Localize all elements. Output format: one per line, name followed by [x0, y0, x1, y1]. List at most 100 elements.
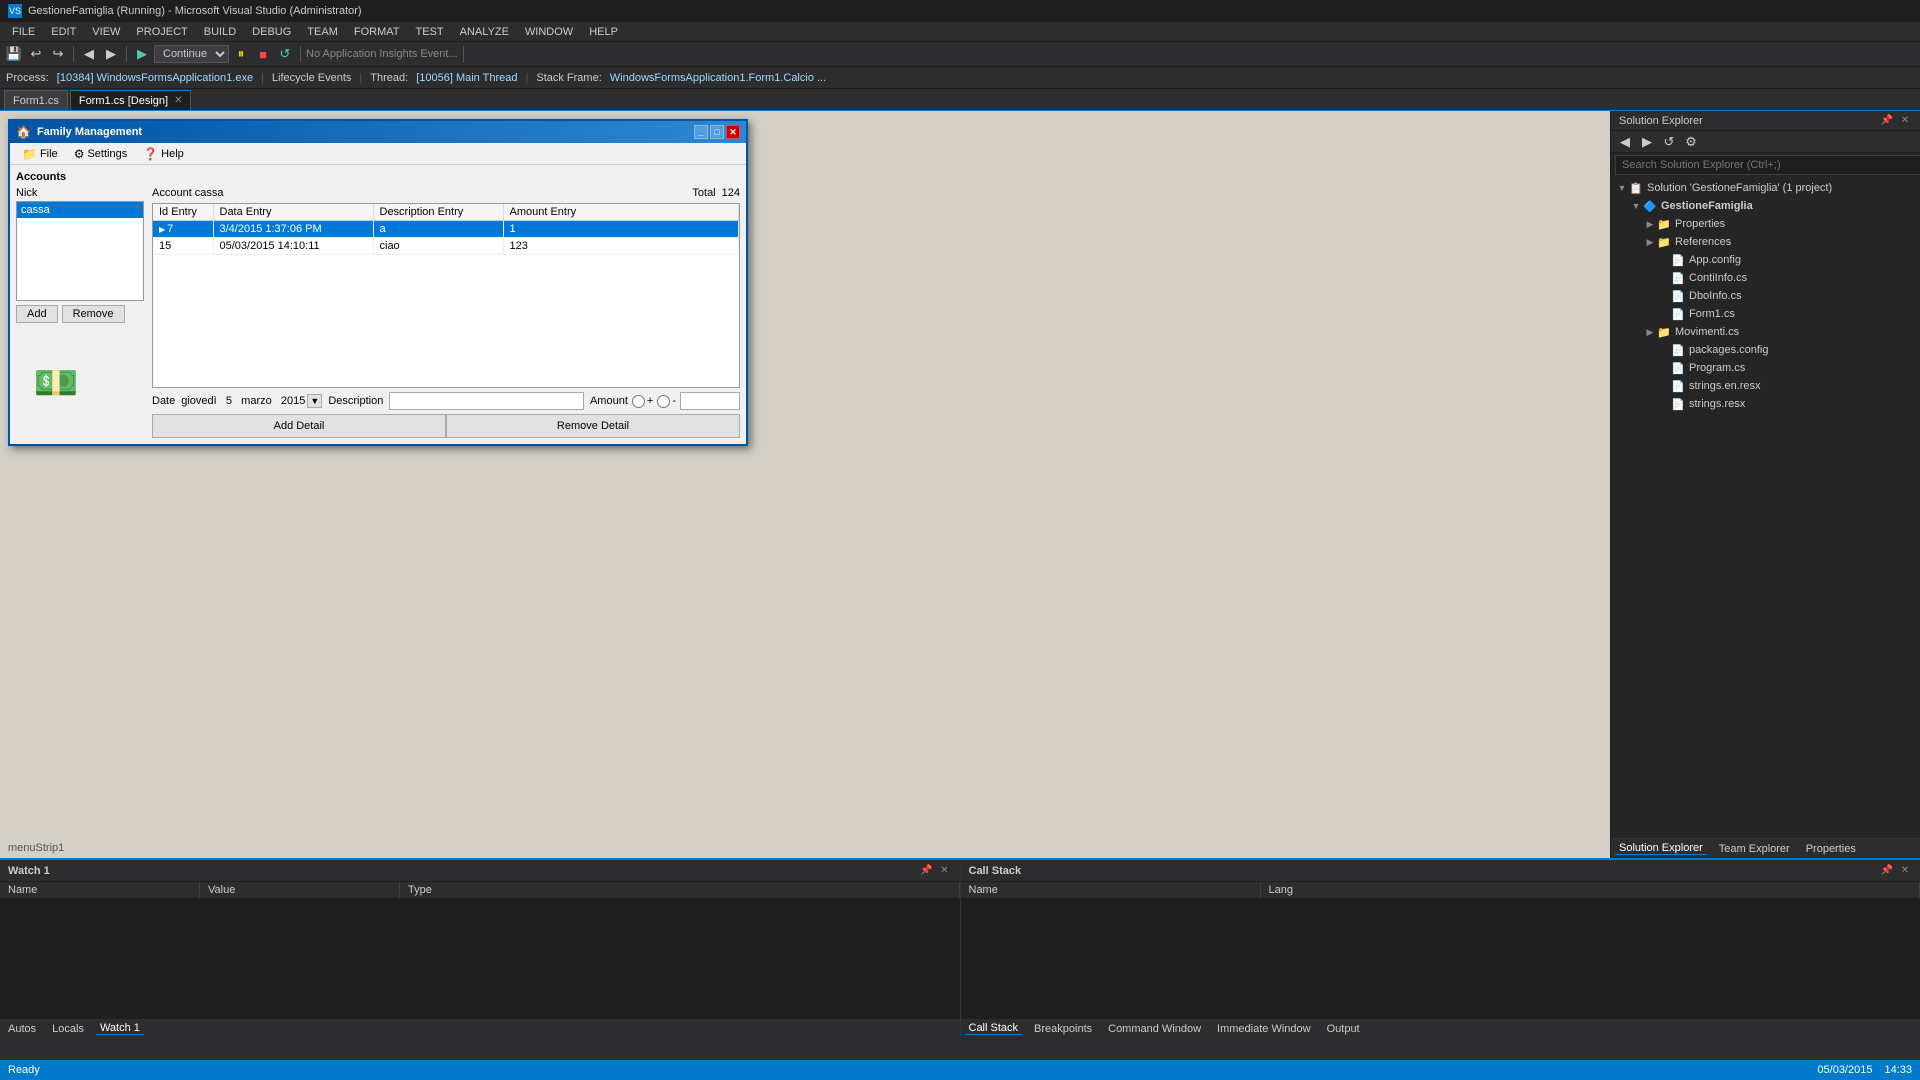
accounts-listbox[interactable]: cassa [16, 201, 144, 301]
dboinfo-label: DboInfo.cs [1689, 290, 1742, 302]
form-close-button[interactable]: ✕ [726, 125, 740, 139]
tab-commandwindow[interactable]: Command Window [1104, 1023, 1205, 1035]
accounts-section: Accounts [16, 171, 740, 183]
tree-item-programcs[interactable]: 📄 Program.cs [1611, 359, 1920, 377]
solution-explorer-search[interactable] [1615, 155, 1920, 175]
tab-form1cs-design-close[interactable]: ✕ [174, 95, 182, 106]
tree-item-references[interactable]: ▶ 📁 References [1611, 233, 1920, 251]
add-account-button[interactable]: Add [16, 305, 58, 323]
form-menu-settings[interactable]: ⚙ Settings [68, 145, 134, 163]
tree-item-strings-en[interactable]: 📄 strings.en.resx [1611, 377, 1920, 395]
callstack-pin-btn[interactable]: 📌 [1880, 864, 1894, 878]
menu-build[interactable]: BUILD [196, 22, 244, 42]
toolbar-back[interactable]: ◀ [79, 44, 99, 64]
se-refresh-btn[interactable]: ↺ [1659, 132, 1679, 152]
toolbar-pause[interactable]: ⏸ [231, 44, 251, 64]
design-canvas[interactable]: 🏠 Family Management _ □ ✕ 📁 File [0, 111, 1610, 858]
tab-immediatewindow[interactable]: Immediate Window [1213, 1023, 1315, 1035]
amount-input[interactable] [680, 392, 740, 410]
expand-icon: ▶ [1643, 237, 1657, 248]
menu-format[interactable]: FORMAT [346, 22, 408, 42]
tree-item-properties[interactable]: ▶ 📁 Properties [1611, 215, 1920, 233]
tab-form1cs[interactable]: Form1.cs [4, 90, 68, 110]
toolbar-undo[interactable]: ↩ [26, 44, 46, 64]
date-label: Date [152, 395, 175, 407]
panel-tab-solution-explorer[interactable]: Solution Explorer [1615, 842, 1707, 855]
accounts-row: Nick cassa Add Remove 💵 [16, 187, 740, 438]
se-filter-btn[interactable]: ⚙ [1681, 132, 1701, 152]
tree-item-appconfig[interactable]: 📄 App.config [1611, 251, 1920, 269]
tab-locals[interactable]: Locals [48, 1023, 88, 1035]
menu-help[interactable]: HELP [581, 22, 626, 42]
watch-col-type: Type [400, 882, 960, 898]
file-menu-label: File [40, 148, 58, 160]
date-dropdown[interactable]: ▼ [307, 394, 322, 408]
appconfig-label: App.config [1689, 254, 1741, 266]
menu-analyze[interactable]: ANALYZE [452, 22, 517, 42]
lifecycle-label[interactable]: Lifecycle Events [272, 72, 351, 84]
detail-table-container[interactable]: Id Entry Data Entry Description Entry Am… [152, 203, 740, 388]
radio-plus[interactable] [632, 395, 645, 408]
menu-file[interactable]: FILE [4, 22, 43, 42]
description-input[interactable] [389, 392, 584, 410]
toolbar-redo[interactable]: ↪ [48, 44, 68, 64]
tab-output[interactable]: Output [1323, 1023, 1364, 1035]
tree-item-project[interactable]: ▼ 🔷 GestioneFamiglia [1611, 197, 1920, 215]
tree-item-packages[interactable]: 📄 packages.config [1611, 341, 1920, 359]
menu-project[interactable]: PROJECT [128, 22, 195, 42]
tree-item-movimenti[interactable]: ▶ 📁 Movimenti.cs [1611, 323, 1920, 341]
form-menu-file[interactable]: 📁 File [16, 145, 64, 163]
toolbar-debug-start[interactable]: ▶ [132, 44, 152, 64]
tab-form1cs-design[interactable]: Form1.cs [Design] ✕ [70, 90, 192, 110]
add-detail-button[interactable]: Add Detail [152, 414, 446, 438]
minus-label: - [672, 395, 676, 407]
menu-team[interactable]: TEAM [299, 22, 346, 42]
toolbar-forward[interactable]: ▶ [101, 44, 121, 64]
amount-radio-minus[interactable]: - [657, 395, 676, 408]
tree-item-dboinfo[interactable]: 📄 DboInfo.cs [1611, 287, 1920, 305]
menu-window[interactable]: WINDOW [517, 22, 581, 42]
se-pin-btn[interactable]: 📌 [1880, 114, 1894, 128]
thread-value[interactable]: [10056] Main Thread [416, 72, 517, 84]
se-forward-btn[interactable]: ▶ [1637, 132, 1657, 152]
callstack-col-name: Name [961, 882, 1261, 898]
table-header-row: Id Entry Data Entry Description Entry Am… [153, 204, 739, 221]
debug-config-dropdown[interactable]: Continue [154, 45, 229, 63]
process-value[interactable]: [10384] WindowsFormsApplication1.exe [57, 72, 253, 84]
stackframe-value[interactable]: WindowsFormsApplication1.Form1.Calcio ..… [610, 72, 826, 84]
tree-item-form1cs[interactable]: 📄 Form1.cs [1611, 305, 1920, 323]
form-minimize-button[interactable]: _ [694, 125, 708, 139]
remove-detail-button[interactable]: Remove Detail [446, 414, 740, 438]
remove-account-button[interactable]: Remove [62, 305, 125, 323]
tab-watch1[interactable]: Watch 1 [96, 1022, 144, 1035]
callstack-close-btn[interactable]: ✕ [1898, 864, 1912, 878]
tree-item-strings[interactable]: 📄 strings.resx [1611, 395, 1920, 413]
panel-tab-properties[interactable]: Properties [1802, 843, 1860, 855]
tree-item-solution[interactable]: ▼ 📋 Solution 'GestioneFamiglia' (1 proje… [1611, 179, 1920, 197]
listbox-item-cassa[interactable]: cassa [17, 202, 143, 218]
tab-callstack[interactable]: Call Stack [965, 1022, 1023, 1035]
radio-minus[interactable] [657, 395, 670, 408]
menu-view[interactable]: VIEW [84, 22, 128, 42]
tab-autos[interactable]: Autos [4, 1023, 40, 1035]
table-row[interactable]: 15 05/03/2015 14:10:11 ciao 123 [153, 238, 739, 255]
date-input[interactable]: giovedì 5 marzo 2015 ▼ [181, 394, 322, 408]
toolbar-save[interactable]: 💾 [4, 44, 24, 64]
menu-edit[interactable]: EDIT [43, 22, 84, 42]
table-row[interactable]: 7 3/4/2015 1:37:06 PM a 1 [153, 221, 739, 238]
tree-item-contiinfo[interactable]: 📄 ContiInfo.cs [1611, 269, 1920, 287]
form-menu-help[interactable]: ❓ Help [137, 145, 190, 163]
se-close-btn[interactable]: ✕ [1898, 114, 1912, 128]
status-bar: Ready 05/03/2015 14:33 [0, 1060, 1920, 1080]
tab-breakpoints[interactable]: Breakpoints [1030, 1023, 1096, 1035]
menu-debug[interactable]: DEBUG [244, 22, 299, 42]
amount-radio-plus[interactable]: + [632, 395, 653, 408]
watch-pin-btn[interactable]: 📌 [920, 864, 934, 878]
watch-close-btn[interactable]: ✕ [938, 864, 952, 878]
toolbar-restart[interactable]: ↺ [275, 44, 295, 64]
menu-test[interactable]: TEST [407, 22, 451, 42]
se-back-btn[interactable]: ◀ [1615, 132, 1635, 152]
panel-tab-team-explorer[interactable]: Team Explorer [1715, 843, 1794, 855]
toolbar-stop[interactable]: ■ [253, 44, 273, 64]
form-maximize-button[interactable]: □ [710, 125, 724, 139]
